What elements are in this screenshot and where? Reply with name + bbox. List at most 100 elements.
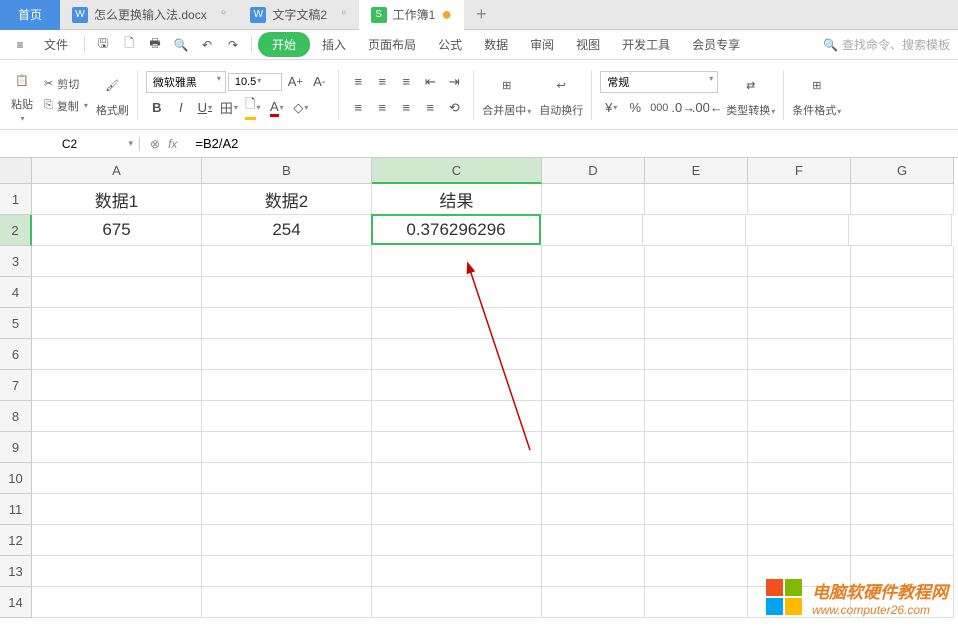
increase-font-button[interactable]: A+ [284, 71, 306, 93]
paste-button[interactable]: 📋 粘贴▾ [8, 66, 36, 123]
cell-D8[interactable] [542, 401, 645, 432]
cell-C4[interactable] [372, 277, 542, 308]
cell-A13[interactable] [32, 556, 202, 587]
print-preview-icon[interactable]: 🔍 [169, 33, 193, 57]
cell-G10[interactable] [851, 463, 954, 494]
cell-A10[interactable] [32, 463, 202, 494]
menu-page-layout[interactable]: 页面布局 [358, 32, 426, 57]
cell-A2[interactable]: 675 [32, 215, 202, 246]
cell-G9[interactable] [851, 432, 954, 463]
menu-data[interactable]: 数据 [474, 32, 518, 57]
copy-button[interactable]: ⎘ 复制▾ [44, 98, 88, 114]
cell-A1[interactable]: 数据1 [32, 184, 202, 215]
menu-member[interactable]: 会员专享 [682, 32, 750, 57]
search-box[interactable]: 🔍 查找命令、搜索模板 [823, 36, 950, 53]
format-painter-button[interactable]: 🖌 格式刷 [96, 72, 129, 118]
align-bottom-button[interactable]: ≡ [395, 71, 417, 93]
tab-doc-0[interactable]: W 怎么更换输入法.docx ° [60, 0, 238, 30]
cell-C7[interactable] [372, 370, 542, 401]
hamburger-menu-icon[interactable]: ≡ [8, 33, 32, 57]
cell-F11[interactable] [748, 494, 851, 525]
decrease-decimal-button[interactable]: .00← [696, 97, 718, 119]
auto-wrap-button[interactable]: ↩ 自动换行 [539, 72, 583, 118]
row-header-4[interactable]: 4 [0, 277, 32, 308]
cell-E8[interactable] [645, 401, 748, 432]
cell-C14[interactable] [372, 587, 542, 618]
save-as-icon[interactable]: 🗋 [117, 33, 141, 57]
cell-A9[interactable] [32, 432, 202, 463]
redo-icon[interactable]: ↷ [221, 33, 245, 57]
col-header-E[interactable]: E [645, 158, 748, 184]
tab-home[interactable]: 首页 [0, 0, 60, 30]
cell-G1[interactable] [851, 184, 954, 215]
cell-B6[interactable] [202, 339, 372, 370]
align-left-button[interactable]: ≡ [347, 97, 369, 119]
cell-G3[interactable] [851, 246, 954, 277]
orientation-button[interactable]: ⟲ [443, 97, 465, 119]
cell-G12[interactable] [851, 525, 954, 556]
cell-A12[interactable] [32, 525, 202, 556]
cell-G11[interactable] [851, 494, 954, 525]
name-box[interactable]: C2 ▾ [0, 137, 140, 151]
cell-C3[interactable] [372, 246, 542, 277]
cell-B14[interactable] [202, 587, 372, 618]
fx-icon[interactable]: fx [168, 137, 177, 151]
formula-input[interactable]: =B2/A2 [187, 136, 958, 152]
row-header-12[interactable]: 12 [0, 525, 32, 556]
cell-D10[interactable] [542, 463, 645, 494]
col-header-G[interactable]: G [851, 158, 954, 184]
cell-E13[interactable] [645, 556, 748, 587]
cell-D7[interactable] [542, 370, 645, 401]
menu-review[interactable]: 审阅 [520, 32, 564, 57]
menu-start[interactable]: 开始 [258, 32, 310, 57]
cell-G4[interactable] [851, 277, 954, 308]
cell-E4[interactable] [645, 277, 748, 308]
cell-E11[interactable] [645, 494, 748, 525]
decrease-indent-button[interactable]: ⇤ [419, 71, 441, 93]
cell-A3[interactable] [32, 246, 202, 277]
menu-dev-tools[interactable]: 开发工具 [612, 32, 680, 57]
cell-E10[interactable] [645, 463, 748, 494]
cell-G7[interactable] [851, 370, 954, 401]
cell-G5[interactable] [851, 308, 954, 339]
cell-F8[interactable] [748, 401, 851, 432]
italic-button[interactable]: I [170, 97, 192, 119]
select-all-corner[interactable] [0, 158, 32, 184]
cell-E9[interactable] [645, 432, 748, 463]
cell-C9[interactable] [372, 432, 542, 463]
cell-F7[interactable] [748, 370, 851, 401]
cell-B1[interactable]: 数据2 [202, 184, 372, 215]
row-header-10[interactable]: 10 [0, 463, 32, 494]
cell-A14[interactable] [32, 587, 202, 618]
cell-A6[interactable] [32, 339, 202, 370]
menu-formula[interactable]: 公式 [428, 32, 472, 57]
cell-B9[interactable] [202, 432, 372, 463]
align-center-button[interactable]: ≡ [371, 97, 393, 119]
align-middle-button[interactable]: ≡ [371, 71, 393, 93]
cell-B7[interactable] [202, 370, 372, 401]
col-header-F[interactable]: F [748, 158, 851, 184]
cell-C10[interactable] [372, 463, 542, 494]
thousands-button[interactable]: 000 [648, 97, 670, 119]
row-header-8[interactable]: 8 [0, 401, 32, 432]
cell-G8[interactable] [851, 401, 954, 432]
clear-format-button[interactable]: ◇▾ [290, 97, 312, 119]
row-header-6[interactable]: 6 [0, 339, 32, 370]
currency-button[interactable]: ¥▾ [600, 97, 622, 119]
save-icon[interactable]: 🖫 [91, 33, 115, 57]
cell-F9[interactable] [748, 432, 851, 463]
cell-E5[interactable] [645, 308, 748, 339]
cell-D9[interactable] [542, 432, 645, 463]
decrease-font-button[interactable]: A- [308, 71, 330, 93]
cell-C2[interactable]: 0.376296296 [371, 214, 541, 245]
row-header-7[interactable]: 7 [0, 370, 32, 401]
fill-color-button[interactable]: 🗋▾ [242, 97, 264, 119]
file-menu[interactable]: 文件 [34, 32, 78, 57]
cell-F5[interactable] [748, 308, 851, 339]
cell-F10[interactable] [748, 463, 851, 494]
undo-icon[interactable]: ↶ [195, 33, 219, 57]
cell-D12[interactable] [542, 525, 645, 556]
cell-E14[interactable] [645, 587, 748, 618]
tab-doc-1[interactable]: W 文字文稿2 ° [238, 0, 358, 30]
menu-view[interactable]: 视图 [566, 32, 610, 57]
